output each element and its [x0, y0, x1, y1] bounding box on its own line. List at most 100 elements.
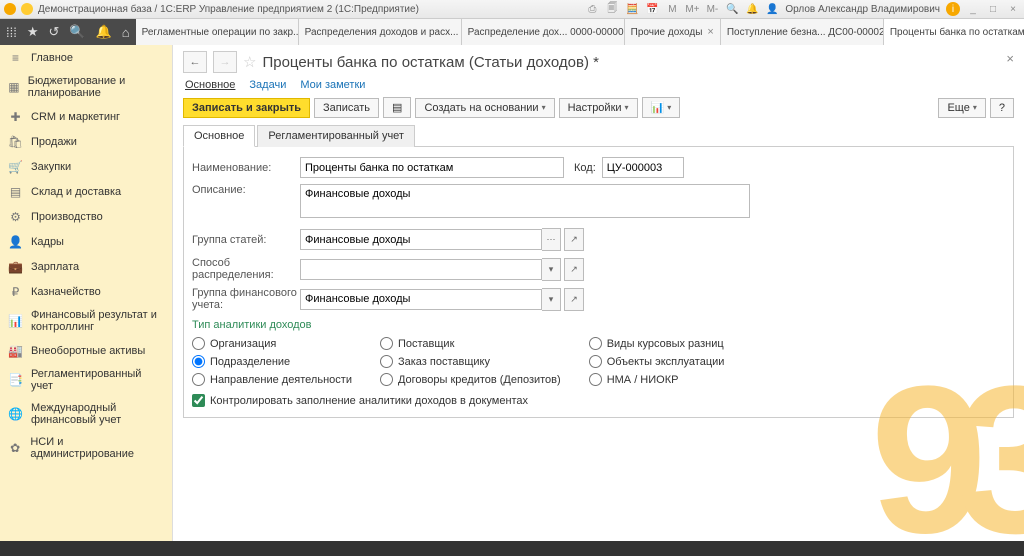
document-tab[interactable]: Регламентные операции по закр...×	[136, 19, 299, 45]
sidebar-item[interactable]: 👤Кадры	[0, 229, 172, 254]
settings-button[interactable]: Настройки▾	[559, 98, 638, 118]
search-toolbar-icon[interactable]: 🔍	[69, 24, 85, 40]
analytics-radio[interactable]: НМА / НИОКР	[589, 373, 725, 386]
subnav-notes[interactable]: Мои заметки	[300, 79, 365, 91]
app-icon-2	[21, 3, 33, 15]
sidebar-item[interactable]: ▦Бюджетирование и планирование	[0, 70, 172, 104]
analytics-radio[interactable]: Договоры кредитов (Депозитов)	[380, 373, 561, 386]
sidebar-item[interactable]: 📊Финансовый результат и контроллинг	[0, 304, 172, 338]
calc-icon[interactable]: 🧮	[625, 2, 639, 16]
analytics-radio[interactable]: Заказ поставщику	[380, 355, 561, 368]
bell-icon[interactable]: 🔔	[745, 2, 759, 16]
radio-input[interactable]	[380, 373, 393, 386]
subtab-reg[interactable]: Регламентированный учет	[257, 125, 415, 147]
subnav-tasks[interactable]: Задачи	[249, 79, 286, 91]
sidebar-label: Главное	[31, 52, 73, 64]
analytics-radio[interactable]: Направление деятельности	[192, 373, 352, 386]
subnav-main[interactable]: Основное	[185, 79, 235, 91]
notifications-icon[interactable]: 🔔	[96, 24, 112, 40]
analytics-radio[interactable]: Организация	[192, 337, 352, 350]
sidebar-item[interactable]: 🌐Международный финансовый учет	[0, 397, 172, 431]
sidebar-item[interactable]: ✚CRM и маркетинг	[0, 104, 172, 129]
radio-input[interactable]	[380, 337, 393, 350]
tab-label: Распределение дох... 0000-000002	[468, 27, 625, 38]
document-tab[interactable]: Поступление безна... ДС00-000023×	[721, 19, 884, 45]
radio-input[interactable]	[380, 355, 393, 368]
dist-input[interactable]	[300, 259, 542, 280]
document-tab[interactable]: Прочие доходы×	[625, 19, 721, 45]
control-checkbox[interactable]	[192, 394, 205, 407]
sidebar-label: Внеоборотные активы	[31, 345, 145, 357]
sidebar-item[interactable]: 🏭Внеоборотные активы	[0, 338, 172, 363]
calendar-icon[interactable]: 📅	[645, 2, 659, 16]
favorite-icon[interactable]: ☆	[243, 53, 256, 71]
document-tab[interactable]: Распределения доходов и расх...×	[299, 19, 462, 45]
radio-input[interactable]	[589, 355, 602, 368]
sidebar-icon: ✿	[8, 441, 22, 456]
print-icon[interactable]: ⎙	[585, 2, 599, 16]
sidebar-item[interactable]: 📑Регламентированный учет	[0, 363, 172, 397]
sidebar-item[interactable]: 💼Зарплата	[0, 254, 172, 279]
search-icon[interactable]: 🔍	[725, 2, 739, 16]
home-icon[interactable]: ⌂	[122, 25, 130, 40]
analytics-radio[interactable]: Поставщик	[380, 337, 561, 350]
sidebar-item[interactable]: ₽Казначейство	[0, 279, 172, 304]
document-tab[interactable]: Проценты банка по остаткам (С...×	[884, 19, 1024, 45]
radio-label: Направление деятельности	[210, 374, 352, 386]
info-icon[interactable]: i	[946, 2, 960, 16]
name-input[interactable]	[300, 157, 564, 178]
tab-close-icon[interactable]: ×	[707, 26, 713, 38]
code-input[interactable]	[602, 157, 684, 178]
subtab-main[interactable]: Основное	[183, 125, 255, 147]
list-button[interactable]: ▤	[383, 97, 411, 118]
save-close-button[interactable]: Записать и закрыть	[183, 98, 310, 118]
create-on-button[interactable]: Создать на основании▾	[415, 98, 554, 118]
sidebar-label: Склад и доставка	[31, 186, 121, 198]
sidebar-item[interactable]: 🛍Продажи	[0, 129, 172, 154]
sidebar-item[interactable]: ✿НСИ и администрирование	[0, 431, 172, 465]
radio-input[interactable]	[192, 355, 205, 368]
group-ellipsis-icon[interactable]: ⋯	[542, 228, 561, 251]
help-button[interactable]: ?	[990, 98, 1014, 118]
star-icon[interactable]: ★	[27, 24, 39, 40]
radio-label: Организация	[210, 338, 276, 350]
m-icon[interactable]: M	[665, 2, 679, 16]
sidebar-item[interactable]: ≡Главное	[0, 45, 172, 70]
radio-input[interactable]	[589, 337, 602, 350]
fin-input[interactable]	[300, 289, 542, 310]
sidebar-label: Казначейство	[31, 286, 101, 298]
save-button[interactable]: Записать	[314, 98, 379, 118]
tab-strip: Регламентные операции по закр...×Распред…	[136, 19, 1024, 45]
sidebar-item[interactable]: ▤Склад и доставка	[0, 179, 172, 204]
group-input[interactable]	[300, 229, 542, 250]
close-page-icon[interactable]: ×	[1006, 51, 1014, 66]
analytics-radio[interactable]: Объекты эксплуатации	[589, 355, 725, 368]
user-name: Орлов Александр Владимирович	[785, 4, 940, 15]
radio-input[interactable]	[589, 373, 602, 386]
analytics-radio[interactable]: Подразделение	[192, 355, 352, 368]
fin-dropdown-icon[interactable]: ▾	[542, 288, 561, 311]
radio-input[interactable]	[192, 337, 205, 350]
sidebar-item[interactable]: 🛒Закупки	[0, 154, 172, 179]
document-tab[interactable]: Распределение дох... 0000-000002×	[462, 19, 625, 45]
radio-input[interactable]	[192, 373, 205, 386]
analytics-radio[interactable]: Виды курсовых разниц	[589, 337, 725, 350]
desc-input[interactable]	[300, 184, 750, 218]
back-button[interactable]: ←	[183, 51, 207, 73]
forward-button[interactable]: →	[213, 51, 237, 73]
tool-icon[interactable]: 🗐	[605, 2, 619, 16]
fin-open-icon[interactable]: ↗	[564, 288, 584, 311]
report-button[interactable]: 📊▾	[642, 97, 681, 118]
mminus-icon[interactable]: M-	[705, 2, 719, 16]
maximize-icon[interactable]: □	[986, 2, 1000, 16]
dist-dropdown-icon[interactable]: ▾	[542, 258, 561, 281]
sidebar-item[interactable]: ⚙Производство	[0, 204, 172, 229]
group-open-icon[interactable]: ↗	[564, 228, 584, 251]
dist-open-icon[interactable]: ↗	[564, 258, 584, 281]
close-window-icon[interactable]: ×	[1006, 2, 1020, 16]
mplus-icon[interactable]: M+	[685, 2, 699, 16]
minimize-icon[interactable]: _	[966, 2, 980, 16]
history-icon[interactable]: ↺	[49, 24, 60, 40]
apps-icon[interactable]: ⁞⁞⁞	[6, 25, 17, 40]
more-button[interactable]: Еще▾	[938, 98, 985, 118]
